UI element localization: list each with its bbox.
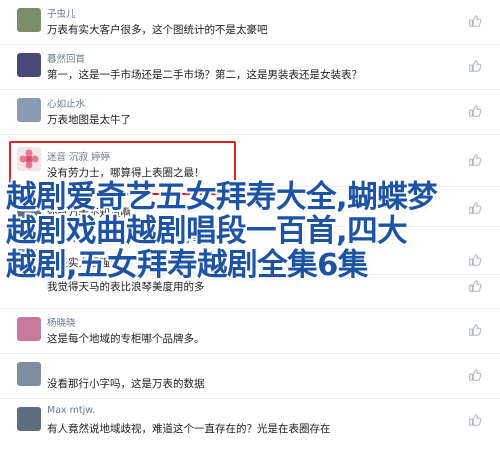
thumbs-up-icon[interactable]: [468, 323, 482, 337]
comment-text: 我觉得天马的表比浪琴美度用的多: [47, 281, 205, 293]
comment-author[interactable]: 心如止水: [47, 96, 85, 110]
comment-item: 没看那行小字吗，这是万表的数据: [0, 354, 500, 399]
comment-list: 子虫儿 万表有实大客户很多，这个图统计的不是太豪吧 暮然回首 第一，这是一手市场…: [0, 0, 500, 453]
thumbs-up-icon[interactable]: [468, 153, 482, 167]
comment-text: 万表实力最强的: [47, 257, 121, 269]
avatar[interactable]: [17, 8, 41, 32]
comment-author[interactable]: Max mtjw.: [47, 405, 95, 416]
thumbs-up-icon[interactable]: [468, 279, 482, 293]
thumbs-up-icon[interactable]: [468, 201, 482, 215]
avatar[interactable]: [17, 195, 41, 219]
comment-item: 我觉得天马的表比浪琴美度用的多: [0, 275, 500, 309]
thumbs-up-icon[interactable]: [468, 368, 482, 382]
thumbs-up-icon[interactable]: [468, 14, 482, 28]
comment-item: Max mtjw. 有人竟然说地域歧视，难道这个一直存在的？光是在表圈存在: [0, 399, 500, 453]
comment-item: 杨晓晓 这是每个地域的专柜哪个品牌多。: [0, 309, 500, 354]
avatar[interactable]: [17, 317, 41, 341]
avatar[interactable]: [17, 98, 41, 122]
comment-item: 暮然回首 第一，这是一手市场还是二手市场？第二，这是男装表还是女装表？: [0, 45, 500, 90]
comment-text: 万表和有经历过浪琴手表这些数据吗: [47, 234, 200, 245]
comment-item: 万表和有经历过浪琴手表这些数据吗: [0, 227, 500, 247]
comment-text: 有人竟然说地域歧视，难道这个一直存在的？光是在表圈存在: [47, 423, 331, 435]
comment-text: 万表有实大客户很多，这个图统计的不是太豪吧: [47, 24, 268, 36]
comment-item: 子虫儿 万表有实大客户很多，这个图统计的不是太豪吧: [0, 0, 500, 45]
avatar[interactable]: [17, 249, 41, 273]
avatar[interactable]: [17, 362, 41, 386]
thumbs-up-icon[interactable]: [468, 59, 482, 73]
comment-text: 这是每个地域的专柜哪个品牌多。: [47, 333, 205, 345]
comment-text: 还有万表不知道啊: [47, 207, 131, 219]
comment-author[interactable]: 子虫儿: [47, 6, 76, 20]
comment-text: 第一，这是一手市场还是二手市场？第二，这是男装表还是女装表？: [47, 69, 362, 81]
thumbs-up-icon[interactable]: [468, 413, 482, 427]
avatar[interactable]: [17, 53, 41, 77]
comment-item: 心如止水 万表地图是太牛了: [0, 90, 500, 135]
comment-author[interactable]: 暮然回首: [47, 51, 85, 65]
comment-author[interactable]: 杨晓晓: [47, 315, 76, 329]
comment-item: 万表实力最强的: [0, 247, 500, 275]
comment-text: 万表地图是太牛了: [47, 114, 131, 126]
thumbs-up-icon[interactable]: [468, 104, 482, 118]
highlight-box: [9, 141, 236, 195]
comment-text: 没看那行小字吗，这是万表的数据: [47, 378, 205, 390]
thumbs-up-icon[interactable]: [468, 253, 482, 267]
avatar[interactable]: [17, 407, 41, 431]
